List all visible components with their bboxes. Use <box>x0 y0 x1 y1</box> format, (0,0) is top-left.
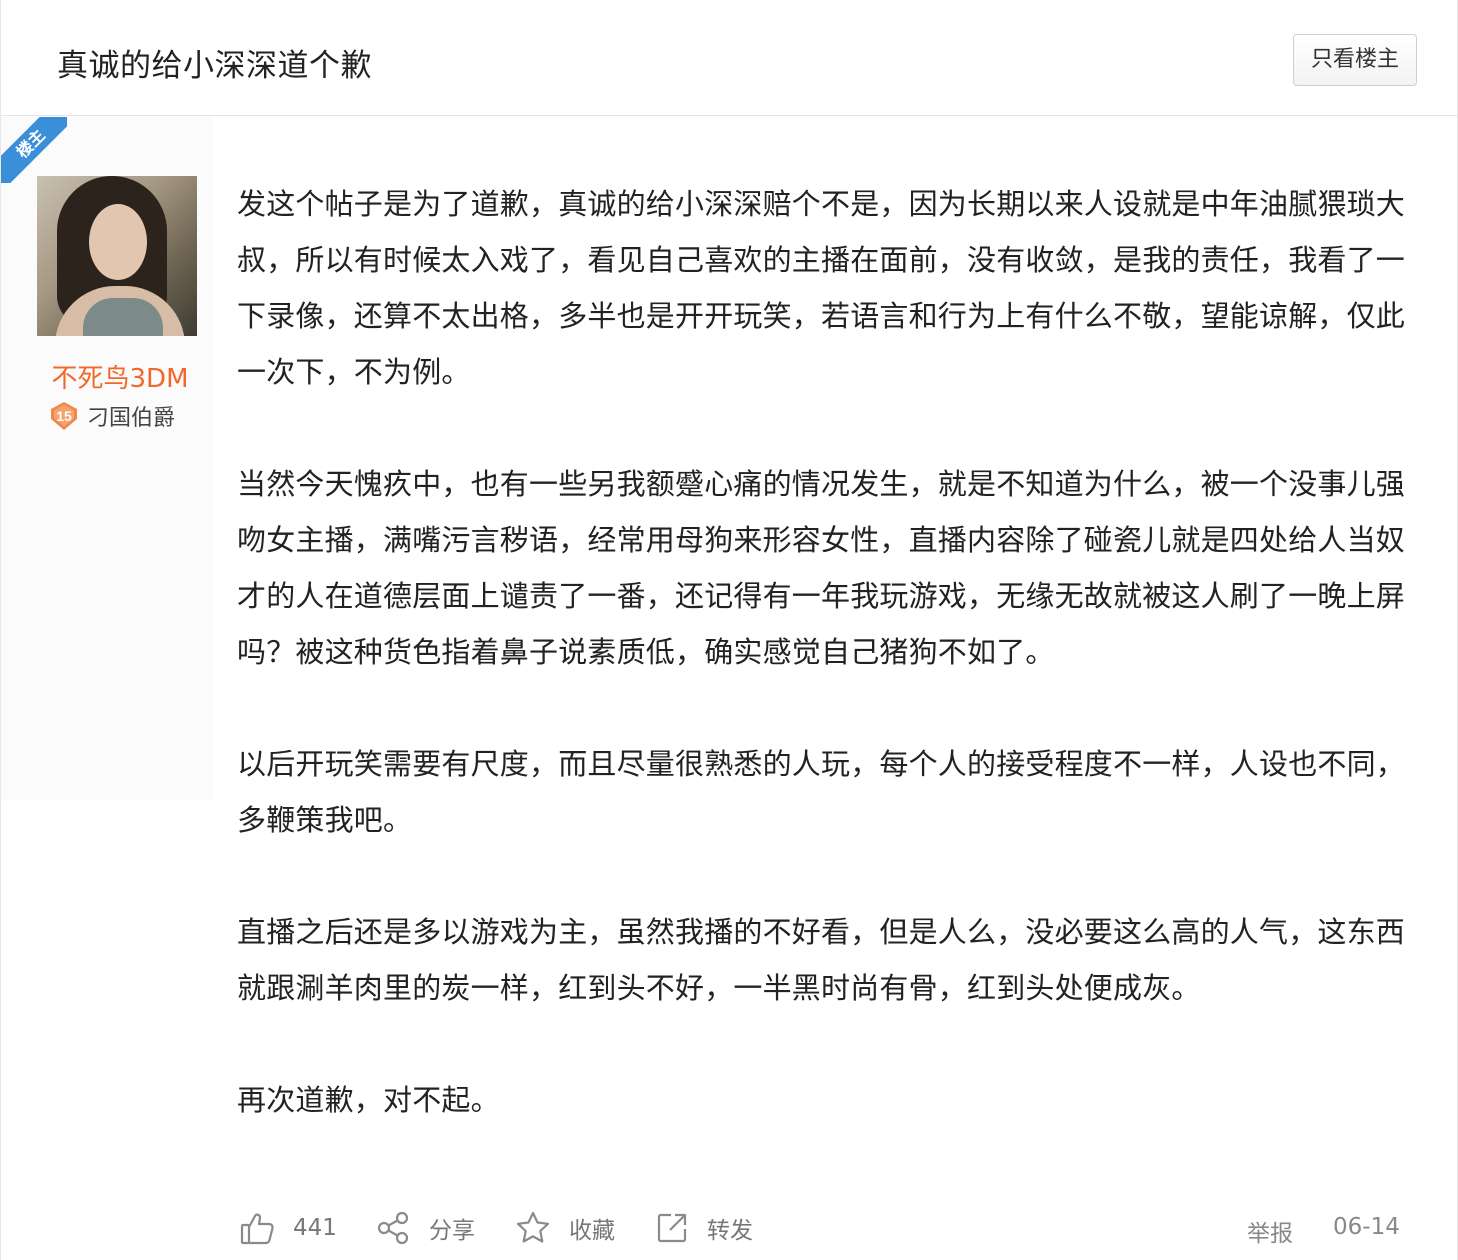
post-paragraph: 当然今天愧疚中，也有一些另我额蹙心痛的情况发生，就是不知道为什么，被一个没事儿强… <box>237 467 1406 669</box>
avatar[interactable] <box>37 176 197 336</box>
report-link[interactable]: 举报 <box>1247 1214 1293 1248</box>
star-icon <box>515 1210 551 1246</box>
post-paragraph: 再次道歉，对不起。 <box>237 1083 500 1117</box>
avatar-top <box>83 298 163 336</box>
post-date: 06-14 <box>1333 1214 1400 1240</box>
author-level[interactable]: 15 刁国伯爵 <box>49 400 175 432</box>
forward-button[interactable]: 转发 <box>655 1208 753 1248</box>
op-tag: 楼主 <box>1 117 67 183</box>
thread-header: 真诚的给小深深道个歉 只看楼主 <box>1 0 1458 116</box>
thread-title: 真诚的给小深深道个歉 <box>57 48 372 84</box>
thumbs-up-icon <box>239 1210 275 1246</box>
post-actions: 441 分享 收藏 转发 举报 06-14 <box>237 1200 1417 1254</box>
forward-label: 转发 <box>707 1218 753 1244</box>
post-paragraph: 发这个帖子是为了道歉，真诚的给小深深赔个不是，因为长期以来人设就是中年油腻猥琐大… <box>237 187 1406 389</box>
share-icon <box>375 1210 411 1246</box>
share-label: 分享 <box>429 1218 475 1244</box>
share-button[interactable]: 分享 <box>375 1208 475 1248</box>
like-count: 441 <box>293 1215 337 1241</box>
post-paragraph: 直播之后还是多以游戏为主，虽然我播的不好看，但是人么，没必要这么高的人气，这东西… <box>237 915 1406 1005</box>
author-name[interactable]: 不死鸟3DM <box>37 358 203 395</box>
op-ribbon: 楼主 <box>1 117 67 183</box>
post-container: 真诚的给小深深道个歉 只看楼主 楼主 不死鸟3DM 15 刁国伯爵 发这个帖子是… <box>0 0 1458 1260</box>
favorite-label: 收藏 <box>569 1218 615 1244</box>
post-content: 发这个帖子是为了道歉，真诚的给小深深赔个不是，因为长期以来人设就是中年油腻猥琐大… <box>237 176 1417 1128</box>
avatar-face <box>89 204 147 280</box>
post-paragraph: 以后开玩笑需要有尺度，而且尽量很熟悉的人玩，每个人的接受程度不一样，人设也不同，… <box>237 747 1406 837</box>
level-number: 15 <box>56 408 72 424</box>
only-op-button[interactable]: 只看楼主 <box>1293 34 1417 86</box>
level-title: 刁国伯爵 <box>87 406 176 431</box>
level-badge-icon: 15 <box>49 401 79 431</box>
favorite-button[interactable]: 收藏 <box>515 1208 615 1248</box>
like-button[interactable]: 441 <box>239 1208 337 1248</box>
forward-icon <box>655 1211 689 1245</box>
